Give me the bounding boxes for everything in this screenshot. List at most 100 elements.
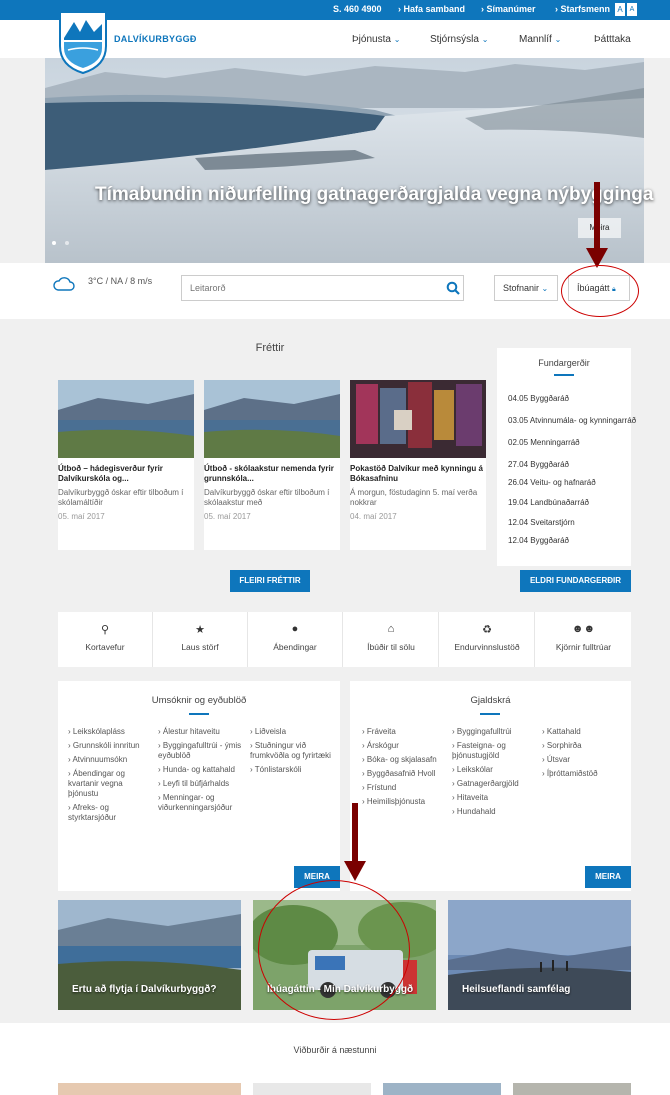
fees-heading: Gjaldskrá (470, 695, 511, 706)
tile-health[interactable]: Heilsueflandi samfélag (448, 900, 631, 1010)
fee-link[interactable]: › Frístund (362, 783, 446, 793)
news-card[interactable]: Útboð - skólaakstur nemenda fyrir grunns… (204, 380, 340, 550)
meeting-row[interactable]: 27.04 Byggðaráð (508, 460, 569, 469)
event-thumbnail[interactable] (58, 1083, 241, 1095)
people-icon: ☻☻ (571, 623, 596, 635)
meeting-date: 12.04 (508, 518, 529, 527)
fees-column-1: › Fráveita › Árskógur › Bóka- og skjalas… (362, 727, 446, 811)
news-card[interactable]: Pokastöð Dalvíkur með kynningu á Bókasaf… (350, 380, 486, 550)
fee-link[interactable]: › Útsvar (542, 755, 626, 765)
meeting-name: Byggðaráð (530, 536, 569, 545)
form-link[interactable]: › Grunnskóli innritun (68, 741, 152, 751)
meeting-row[interactable]: 12.04 Sveitarstjórn (508, 518, 575, 527)
quicklink-endurvinnslustod[interactable]: ♻ Endurvinnslustöð (440, 612, 535, 667)
quicklink-ibudir[interactable]: ⌂ Íbúðir til sölu (344, 612, 439, 667)
news-title[interactable]: Pokastöð Dalvíkur með kynningu á Bókasaf… (350, 458, 486, 484)
annotation-circle (561, 265, 639, 317)
form-link[interactable]: › Hunda- og kattahald (158, 765, 250, 775)
fee-link[interactable]: › Gatnagerðargjöld (452, 779, 536, 789)
nav-item-stjornsysla[interactable]: Stjórnsýsla ⌄ (430, 34, 488, 45)
meeting-name: Landbúnaðarráð (530, 498, 589, 507)
event-thumbnail[interactable] (383, 1083, 501, 1095)
tile-moving[interactable]: Ertu að flytja í Dalvíkurbyggð? (58, 900, 241, 1010)
form-link[interactable]: › Atvinnuumsókn (68, 755, 152, 765)
fee-link[interactable]: › Leikskólar (452, 765, 536, 775)
form-link[interactable]: › Álestur hitaveitu (158, 727, 250, 737)
stofnanir-dropdown[interactable]: Stofnanir ⌄ (494, 275, 558, 301)
hero-title[interactable]: Tímabundin niðurfelling gatnagerðargjald… (95, 184, 655, 206)
hero-banner[interactable] (45, 58, 644, 263)
carousel-dot-active[interactable] (52, 241, 56, 245)
form-link[interactable]: › Menningar- og viðurkenningarsjóður (158, 793, 250, 813)
form-link[interactable]: › Leyfi til búfjárhalds (158, 779, 250, 789)
meeting-row[interactable]: 02.05 Menningarráð (508, 438, 580, 447)
font-size-small-button[interactable]: A (615, 3, 625, 16)
meeting-row[interactable]: 12.04 Byggðaráð (508, 536, 569, 545)
event-thumbnail[interactable] (253, 1083, 371, 1095)
news-title[interactable]: Útboð – hádegisverður fyrir Dalvíkurskól… (58, 458, 194, 484)
older-meetings-button[interactable]: ELDRI FUNDARGERÐIR (520, 570, 631, 592)
news-excerpt: Dalvíkurbyggð óskar eftir tilboðum í skó… (58, 488, 184, 507)
weather-readout: 3°C / NA / 8 m/s (88, 276, 153, 286)
fee-link[interactable]: › Íþróttamiðstöð (542, 769, 626, 779)
heading-underline (554, 374, 574, 376)
event-thumbnail[interactable] (513, 1083, 631, 1095)
staff-link[interactable]: › Starfsmenn (555, 4, 610, 14)
fee-link[interactable]: › Sorphirða (542, 741, 626, 751)
quicklink-label: Kortavefur (85, 642, 125, 652)
form-link[interactable]: › Tónlistarskóli (250, 765, 334, 775)
fee-link[interactable]: › Fráveita (362, 727, 446, 737)
contact-link[interactable]: › Hafa samband (398, 4, 465, 14)
meeting-date: 26.04 (508, 478, 529, 487)
form-link[interactable]: › Liðveisla (250, 727, 334, 737)
fees-more-button[interactable]: MEIRA (585, 866, 631, 888)
meeting-row[interactable]: 19.04 Landbúnaðarráð (508, 498, 589, 507)
news-title[interactable]: Útboð - skólaakstur nemenda fyrir grunns… (204, 458, 340, 484)
form-link[interactable]: › Afreks- og styrktarsjóður (68, 803, 152, 823)
form-link[interactable]: › Ábendingar og kvartanir vegna þjónustu (68, 769, 152, 799)
form-link[interactable]: › Byggingafulltrúi - ýmis eyðublöð (158, 741, 250, 761)
fee-link[interactable]: › Bóka- og skjalasafn (362, 755, 446, 765)
nav-item-thjonusta[interactable]: Þjónusta ⌄ (352, 34, 400, 45)
quicklink-laus-storf[interactable]: ★ Laus störf (153, 612, 248, 667)
form-link[interactable]: › Stuðningur við frumkvöðla og fyrirtæki (250, 741, 334, 761)
hero-image (45, 58, 644, 263)
news-date: 05. maí 2017 (58, 512, 105, 521)
nav-item-mannlif[interactable]: Mannlíf ⌄ (519, 34, 561, 45)
news-excerpt: Dalvíkurbyggð óskar eftir tilboðum í skó… (204, 488, 330, 507)
annotation-circle (258, 880, 410, 1020)
meeting-row[interactable]: 26.04 Veitu- og hafnaráð (508, 478, 596, 487)
brand-name[interactable]: DALVÍKURBYGGÐ (114, 34, 197, 44)
fee-link[interactable]: › Hitaveita (452, 793, 536, 803)
fee-link[interactable]: › Árskógur (362, 741, 446, 751)
forms-column-3: › Liðveisla › Stuðningur við frumkvöðla … (250, 727, 334, 779)
quicklink-kortavefur[interactable]: ⚲ Kortavefur (58, 612, 153, 667)
quicklink-kjornir-fulltruar[interactable]: ☻☻ Kjörnir fulltrúar (536, 612, 631, 667)
carousel-dot[interactable] (65, 241, 69, 245)
phone-directory-link[interactable]: › Símanúmer (481, 4, 536, 14)
fee-link[interactable]: › Heimilisþjónusta (362, 797, 446, 807)
news-image (58, 380, 194, 458)
more-news-button[interactable]: FLEIRI FRÉTTIR (230, 570, 310, 592)
fee-link[interactable]: › Byggðasafnið Hvoll (362, 769, 446, 779)
font-size-large-button[interactable]: A (627, 3, 637, 16)
search-input[interactable] (190, 276, 440, 300)
meeting-row[interactable]: 04.05 Byggðaráð (508, 394, 569, 403)
fee-link[interactable]: › Byggingafulltrúi (452, 727, 536, 737)
nav-item-thatttaka[interactable]: Þátttaka (594, 34, 631, 45)
search-icon[interactable] (446, 281, 460, 295)
news-date: 05. maí 2017 (204, 512, 251, 521)
quicklink-abendingar[interactable]: ● Ábendingar (248, 612, 343, 667)
tile-label: Heilsueflandi samfélag (462, 984, 571, 995)
news-excerpt: Á morgun, föstudaginn 5. maí verða nokkr… (350, 488, 478, 507)
quicklink-label: Íbúðir til sölu (367, 642, 415, 652)
fee-link[interactable]: › Hundahald (452, 807, 536, 817)
meeting-row[interactable]: 03.05 Atvinnumála- og kynningarráð (508, 416, 636, 425)
fee-link[interactable]: › Fasteigna- og þjónustugjöld (452, 741, 536, 761)
fee-link[interactable]: › Kattahald (542, 727, 626, 737)
form-link[interactable]: › Leikskólapláss (68, 727, 152, 737)
news-card[interactable]: Útboð – hádegisverður fyrir Dalvíkurskól… (58, 380, 194, 550)
nav-label: Þátttaka (594, 34, 631, 45)
search-field[interactable] (181, 275, 464, 301)
municipality-logo[interactable] (58, 10, 108, 74)
